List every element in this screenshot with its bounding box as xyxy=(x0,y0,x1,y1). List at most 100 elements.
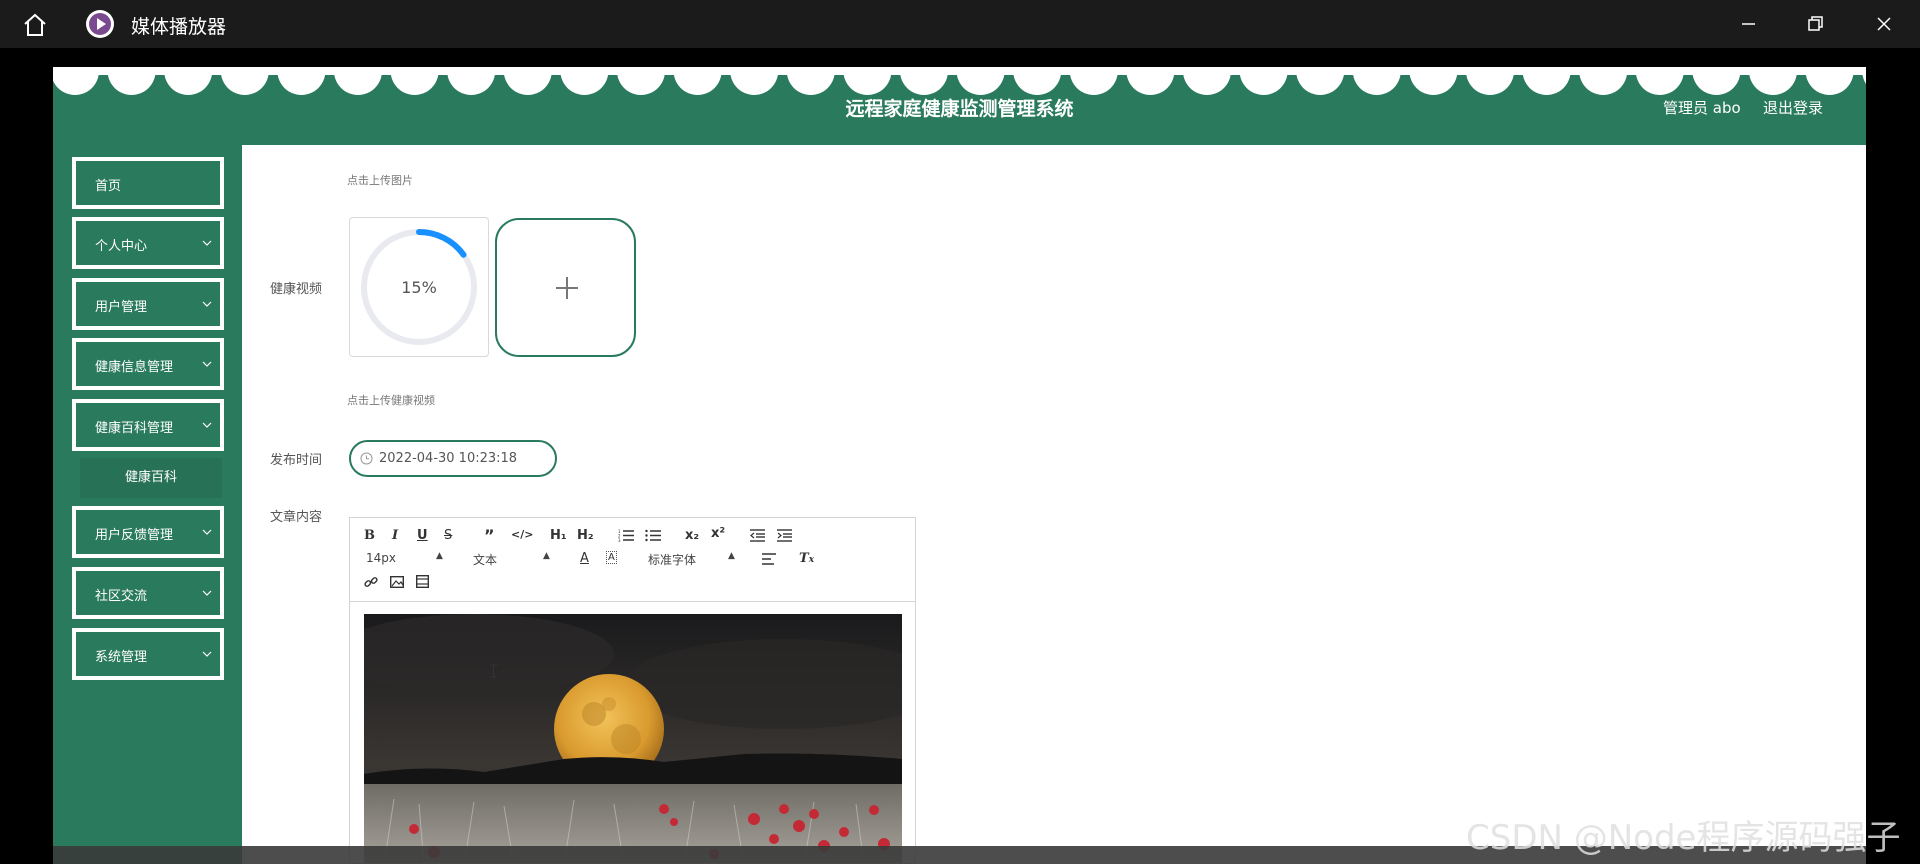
sidebar-item-label: 系统管理 xyxy=(95,650,148,665)
sidebar-item-home[interactable]: 首页 xyxy=(72,157,224,209)
scallop-shape xyxy=(1069,67,1118,95)
video-upload-hint: 点击上传健康视频 xyxy=(347,394,435,407)
font-size-select[interactable]: 14px ▲ xyxy=(366,551,446,565)
text-cursor-icon xyxy=(490,664,497,678)
scallop-shape xyxy=(1239,67,1288,95)
system-title: 远程家庭健康监测管理系统 xyxy=(845,98,1074,120)
sidebar-item-label: 首页 xyxy=(95,179,122,194)
link-icon[interactable] xyxy=(364,575,378,589)
svg-text:3: 3 xyxy=(618,538,621,542)
scallop-shape xyxy=(1296,67,1345,95)
minimize-icon[interactable] xyxy=(1734,10,1762,38)
sidebar-item-system-management[interactable]: 系统管理 xyxy=(72,628,224,680)
scallop-shape xyxy=(786,67,835,95)
publish-time-label: 发布时间 xyxy=(269,453,322,468)
blockquote-icon[interactable]: ” xyxy=(484,526,495,545)
scallop-shape xyxy=(900,67,948,95)
sidebar-item-community[interactable]: 社区交流 xyxy=(72,567,224,619)
scallop-shape xyxy=(560,67,609,95)
sidebar-item-label: 个人中心 xyxy=(95,239,148,254)
scallop-shape xyxy=(1862,67,1866,84)
select-arrows-icon: ▲ xyxy=(728,551,735,561)
select-arrows-icon: ▲ xyxy=(543,551,550,561)
video-icon[interactable] xyxy=(416,575,429,588)
superscript-icon[interactable]: x² xyxy=(711,526,725,541)
scallop-shape xyxy=(956,67,1005,95)
font-color-icon[interactable]: A xyxy=(580,551,589,566)
moon-field-photo xyxy=(364,614,902,863)
image-icon[interactable] xyxy=(390,576,404,588)
scallop-shape xyxy=(107,67,156,95)
sidebar-item-label: 健康信息管理 xyxy=(95,360,174,375)
close-icon[interactable] xyxy=(1870,10,1898,38)
strikethrough-icon[interactable]: S xyxy=(444,528,452,543)
scallop-shape xyxy=(1466,67,1514,95)
select-arrows-icon: ▲ xyxy=(436,551,443,561)
progress-percentage: 15% xyxy=(401,278,437,297)
sidebar-item-label: 用户反馈管理 xyxy=(95,528,174,543)
scallop-shape xyxy=(1013,67,1062,95)
font-size-value: 14px xyxy=(366,551,396,565)
sidebar-item-feedback-management[interactable]: 用户反馈管理 xyxy=(72,506,224,558)
watermark: CSDN @Node程序源码强子 xyxy=(1466,818,1901,858)
scallop-shape xyxy=(1579,67,1628,95)
app-frame: 远程家庭健康监测管理系统 管理员 abo 退出登录 首页 个人中心 用户管理 健… xyxy=(53,67,1866,864)
add-video-button[interactable] xyxy=(495,218,636,357)
logout-link[interactable]: 退出登录 xyxy=(1763,97,1823,118)
sidebar: 首页 个人中心 用户管理 健康信息管理 健康百科管理 健康百科 用户反馈管理 社… xyxy=(53,145,242,864)
scallop-shape xyxy=(164,67,213,95)
heading-1-icon[interactable]: H₁ xyxy=(550,528,567,543)
restore-icon[interactable] xyxy=(1801,10,1829,38)
header-select-value: 文本 xyxy=(473,553,498,567)
font-family-select[interactable]: 标准字体 ▲ xyxy=(648,551,738,568)
sidebar-item-personal-center[interactable]: 个人中心 xyxy=(72,217,224,269)
background-color-icon[interactable]: A xyxy=(606,551,617,564)
chevron-down-icon xyxy=(202,240,212,246)
scallop-shape xyxy=(1126,67,1175,95)
app-header: 远程家庭健康监测管理系统 管理员 abo 退出登录 xyxy=(53,67,1866,145)
ordered-list-icon[interactable]: 123 xyxy=(618,529,634,542)
publish-time-input[interactable]: 2022-04-30 10:23:18 xyxy=(349,440,557,477)
scallop-shape xyxy=(673,67,722,95)
scallop-shape xyxy=(617,67,665,95)
clear-format-icon[interactable]: Tx xyxy=(799,551,814,566)
home-icon[interactable] xyxy=(22,12,48,38)
subscript-icon[interactable]: x₂ xyxy=(685,528,699,543)
sidebar-item-label: 社区交流 xyxy=(95,589,148,604)
video-field-label: 健康视频 xyxy=(269,282,322,297)
header-scallop-decoration xyxy=(53,67,1866,95)
code-icon[interactable]: </> xyxy=(511,528,533,541)
chevron-down-icon xyxy=(202,422,212,428)
outdent-icon[interactable] xyxy=(750,529,765,542)
italic-icon[interactable]: I xyxy=(392,528,398,543)
scallop-shape xyxy=(334,67,382,95)
scallop-shape xyxy=(1692,67,1741,95)
bold-icon[interactable]: B xyxy=(364,528,375,543)
align-left-icon[interactable] xyxy=(762,553,776,565)
chevron-down-icon xyxy=(202,361,212,367)
font-family-value: 标准字体 xyxy=(648,553,697,567)
sidebar-item-health-wiki-management[interactable]: 健康百科管理 xyxy=(72,399,224,451)
sidebar-item-user-management[interactable]: 用户管理 xyxy=(72,278,224,330)
scallop-shape xyxy=(53,67,99,95)
chevron-down-icon xyxy=(202,301,212,307)
chevron-down-icon xyxy=(202,529,212,535)
publish-time-value: 2022-04-30 10:23:18 xyxy=(379,451,518,466)
sidebar-item-health-info-management[interactable]: 健康信息管理 xyxy=(72,338,224,390)
editor-toolbar: B I U S ” </> H₁ H₂ 123 x₂ x² 14px ▲ 文本 … xyxy=(350,518,915,602)
indent-icon[interactable] xyxy=(777,529,792,542)
header-select[interactable]: 文本 ▲ xyxy=(473,551,553,568)
heading-2-icon[interactable]: H₂ xyxy=(577,528,594,543)
underline-icon[interactable]: U xyxy=(417,528,428,543)
chevron-down-icon xyxy=(202,651,212,657)
scallop-shape xyxy=(1805,67,1854,95)
content-field-label: 文章内容 xyxy=(269,510,322,525)
rich-text-editor[interactable]: B I U S ” </> H₁ H₂ 123 x₂ x² 14px ▲ 文本 … xyxy=(349,517,916,864)
scallop-shape xyxy=(1352,67,1401,95)
sidebar-subitem-health-wiki[interactable]: 健康百科 xyxy=(80,458,222,498)
scallop-shape xyxy=(1522,67,1571,95)
bullet-list-icon[interactable] xyxy=(645,529,661,542)
plus-icon-vertical xyxy=(566,277,568,299)
image-upload-hint: 点击上传图片 xyxy=(347,174,413,187)
scallop-shape xyxy=(277,67,326,95)
